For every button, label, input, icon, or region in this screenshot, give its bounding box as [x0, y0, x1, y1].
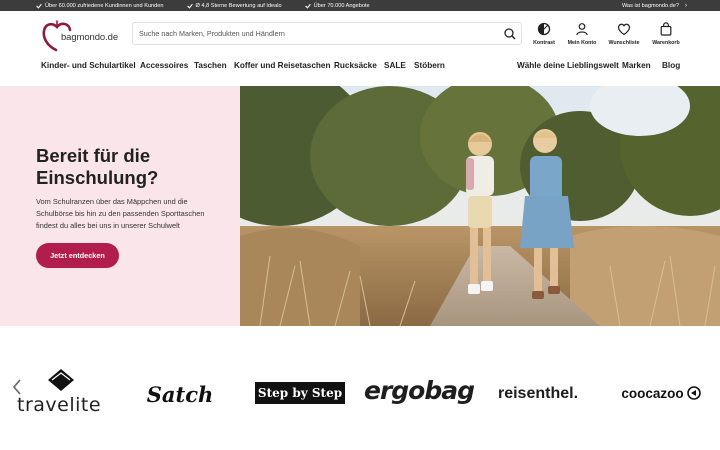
- contrast-button[interactable]: Kontrast: [530, 22, 558, 46]
- hero-description: Vom Schulranzen über das Mäppchen und di…: [36, 197, 205, 230]
- brand-name: Step by Step: [257, 386, 343, 400]
- search-icon: [504, 27, 516, 39]
- main-navigation: Kinder- und Schulartikel Accessoires Tas…: [0, 56, 720, 86]
- usp-text: Über 70.000 Angebote: [313, 2, 370, 9]
- account-label: Mein Konto: [567, 40, 597, 46]
- search-bar: [132, 22, 522, 45]
- contrast-label: Kontrast: [533, 40, 555, 46]
- usp-item: Über 70.000 Angebote: [304, 2, 370, 9]
- nav-item-koffer-reisetaschen[interactable]: Koffer und Reisetaschen: [234, 61, 330, 70]
- search-button[interactable]: [499, 23, 521, 44]
- cart-button[interactable]: Warenkorb: [648, 22, 684, 46]
- user-icon: [576, 23, 588, 36]
- nav-item-rucksaecke[interactable]: Rucksäcke: [334, 61, 377, 70]
- brand-name: travelite: [17, 394, 102, 416]
- chevron-right-icon: ›: [685, 2, 687, 9]
- account-button[interactable]: Mein Konto: [565, 22, 599, 46]
- about-link[interactable]: Was ist bagmondo.de? ›: [622, 0, 687, 11]
- heart-icon: [617, 23, 631, 36]
- hero-image[interactable]: [240, 86, 720, 326]
- check-icon: [36, 3, 42, 9]
- nav-item-sale[interactable]: SALE: [384, 61, 406, 70]
- wishlist-button[interactable]: Wunschliste: [606, 22, 642, 46]
- site-logo[interactable]: bagmondo.de: [42, 19, 122, 53]
- usp-item: Ø 4,8 Sterne Bewertung auf Idealo: [186, 2, 282, 9]
- cart-label: Warenkorb: [652, 40, 680, 46]
- check-icon: [186, 3, 193, 9]
- hero-text-panel: Bereit für die Einschulung? Vom Schulran…: [0, 86, 240, 326]
- brand-name: coocazoo: [621, 385, 684, 401]
- nav-item-taschen[interactable]: Taschen: [194, 61, 227, 70]
- hero-title: Bereit für die Einschulung?: [36, 145, 159, 188]
- brand-logo-satch[interactable]: Satch: [138, 378, 222, 410]
- hero-cta-button[interactable]: Jetzt entdecken: [36, 243, 119, 268]
- brand-name: Satch: [146, 381, 214, 407]
- brand-name: reisenthel.: [497, 385, 579, 402]
- brand-logo-step-by-step[interactable]: Step by Step: [255, 382, 345, 404]
- travelite-mark-icon: [48, 369, 74, 391]
- coocazoo-mark-icon: [686, 386, 701, 400]
- nav-item-kinder-schulartikel[interactable]: Kinder- und Schulartikel: [41, 61, 136, 70]
- brand-logo-coocazoo[interactable]: coocazoo: [612, 384, 710, 402]
- hero-banner: Bereit für die Einschulung? Vom Schulran…: [0, 86, 720, 326]
- nav-item-accessoires[interactable]: Accessoires: [140, 61, 188, 70]
- shopping-bag-icon: [660, 22, 672, 36]
- brand-carousel: travelite Satch Step by Step ergobag rei…: [0, 326, 720, 450]
- nav-item-blog[interactable]: Blog: [662, 61, 680, 70]
- brand-logo-reisenthel[interactable]: reisenthel.: [494, 382, 582, 406]
- brand-logo-travelite[interactable]: travelite: [17, 368, 105, 418]
- usp-item: Über 60.000 zufriedene Kundinnen und Kun…: [36, 3, 164, 9]
- site-header: bagmondo.de Kontrast Mein Konto Wunschli…: [0, 11, 720, 56]
- search-input[interactable]: [133, 23, 499, 44]
- contrast-icon: [537, 22, 551, 36]
- usp-text: Ø 4,8 Sterne Bewertung auf Idealo: [195, 2, 282, 9]
- nav-item-lieblingswelt[interactable]: Wähle deine Lieblingswelt: [517, 61, 619, 70]
- about-link-label: Was ist bagmondo.de?: [621, 2, 679, 9]
- brand-name: ergobag: [363, 375, 475, 405]
- logo-text: bagmondo.de: [61, 32, 119, 43]
- usp-bar: Über 60.000 zufriedene Kundinnen und Kun…: [0, 0, 720, 11]
- nav-item-stoebern[interactable]: Stöbern: [414, 61, 445, 70]
- wishlist-label: Wunschliste: [608, 40, 640, 46]
- hero-photo-kids-on-path: [240, 86, 720, 326]
- brand-logo-ergobag[interactable]: ergobag: [364, 372, 475, 408]
- usp-text: Über 60.000 zufriedene Kundinnen und Kun…: [45, 2, 164, 9]
- check-icon: [304, 3, 311, 9]
- nav-item-marken[interactable]: Marken: [622, 61, 651, 70]
